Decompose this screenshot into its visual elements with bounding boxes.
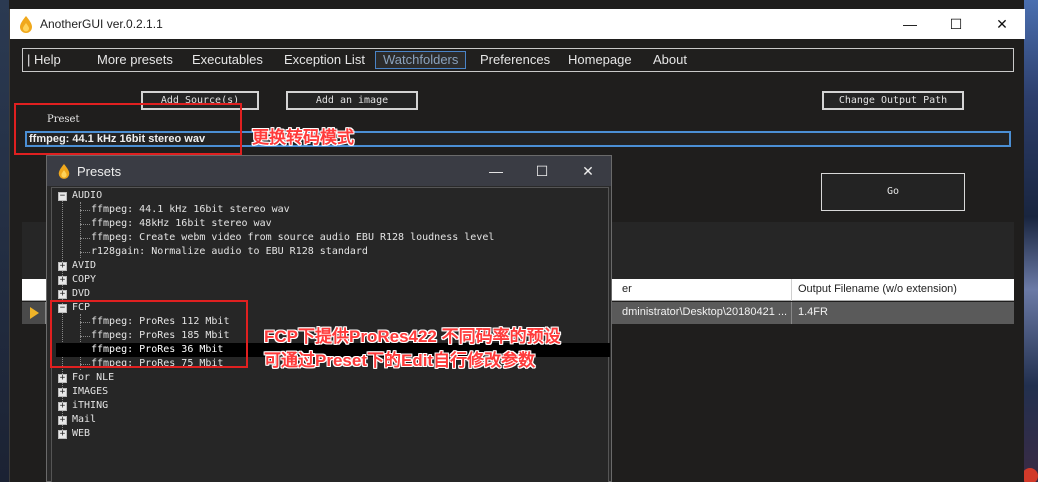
tree-guide-line [80, 238, 90, 239]
tree-node-web[interactable]: WEB [72, 427, 90, 441]
expand-avid-icon[interactable]: + [58, 262, 67, 271]
current-row-arrow-icon [30, 307, 39, 319]
menu-watchfolders[interactable]: Watchfolders [375, 51, 467, 69]
tree-node-dvd[interactable]: DVD [72, 287, 90, 301]
expand-dvd-icon[interactable]: + [58, 290, 67, 299]
maximize-button[interactable]: ☐ [933, 9, 979, 39]
tree-leaf[interactable]: ffmpeg: Create webm video from source au… [91, 231, 494, 245]
tree-node-for-nle[interactable]: For NLE [72, 371, 114, 385]
tree-guide-line [80, 210, 90, 211]
menu-preferences[interactable]: Preferences [480, 52, 550, 70]
presets-minimize-button[interactable]: — [473, 156, 519, 186]
cell-source-path[interactable]: dministrator\Desktop\20180421 ... [622, 306, 787, 318]
minimize-button[interactable]: — [887, 9, 933, 39]
tree-node-audio[interactable]: AUDIO [72, 189, 102, 203]
menu-more-presets[interactable]: More presets [97, 52, 173, 70]
tree-guide-line [80, 252, 90, 253]
tree-guide-line [80, 224, 90, 225]
presets-title: Presets [77, 164, 122, 179]
preset-highlight-box [14, 103, 242, 155]
desktop-background-left [0, 0, 9, 482]
tree-node-ithing[interactable]: iTHING [72, 399, 108, 413]
column-header-output-filename[interactable]: Output Filename (w/o extension) [798, 283, 957, 295]
flame-app-icon [20, 16, 32, 33]
presets-title-bar[interactable]: Presets — ☐ ✕ [47, 156, 611, 186]
cell-output-filename[interactable]: 1.4FR [798, 306, 828, 318]
expand-mail-icon[interactable]: + [58, 416, 67, 425]
tree-node-images[interactable]: IMAGES [72, 385, 108, 399]
tree-node-mail[interactable]: Mail [72, 413, 96, 427]
window-title: AnotherGUI ver.0.2.1.1 [40, 17, 163, 31]
tree-node-copy[interactable]: COPY [72, 273, 96, 287]
expand-web-icon[interactable]: + [58, 430, 67, 439]
tree-leaf[interactable]: ffmpeg: 48kHz 16bit stereo wav [91, 217, 272, 231]
menu-about[interactable]: About [653, 52, 687, 70]
tree-leaf[interactable]: ffmpeg: 44.1 kHz 16bit stereo wav [91, 203, 290, 217]
column-divider[interactable] [791, 279, 792, 301]
close-button[interactable]: ✕ [979, 9, 1025, 39]
fcp-highlight-box [50, 300, 248, 368]
row-header[interactable] [22, 302, 46, 324]
preset-annotation: 更换转码模式 [252, 128, 354, 147]
menu-bar: | Help More presets Executables Exceptio… [22, 48, 1014, 72]
tree-node-avid[interactable]: AVID [72, 259, 96, 273]
flame-app-icon [58, 164, 70, 179]
change-output-path-button[interactable]: Change Output Path [822, 91, 964, 110]
desktop-badge-icon [1022, 468, 1038, 482]
go-button[interactable]: Go [821, 173, 965, 211]
column-divider [791, 302, 792, 324]
menu-homepage[interactable]: Homepage [568, 52, 632, 70]
expand-for-nle-icon[interactable]: + [58, 374, 67, 383]
desktop-background-right [1024, 0, 1038, 482]
title-bar[interactable]: AnotherGUI ver.0.2.1.1 — ☐ ✕ [10, 9, 1025, 39]
column-header-source[interactable]: er [622, 283, 632, 295]
fcp-annotation-line1: FCP下提供ProRes422 不同码率的预设 [264, 327, 561, 346]
menu-help[interactable]: | Help [27, 52, 61, 70]
menu-exception-list[interactable]: Exception List [284, 52, 365, 70]
add-image-button[interactable]: Add an image [286, 91, 418, 110]
expand-ithing-icon[interactable]: + [58, 402, 67, 411]
expand-copy-icon[interactable]: + [58, 276, 67, 285]
tree-leaf[interactable]: r128gain: Normalize audio to EBU R128 st… [91, 245, 368, 259]
menu-executables[interactable]: Executables [192, 52, 263, 70]
presets-close-button[interactable]: ✕ [565, 156, 611, 186]
presets-maximize-button[interactable]: ☐ [519, 156, 565, 186]
expand-images-icon[interactable]: + [58, 388, 67, 397]
collapse-audio-icon[interactable]: − [58, 192, 67, 201]
fcp-annotation-line2: 可通过Preset下的Edit自行修改参数 [264, 351, 536, 370]
